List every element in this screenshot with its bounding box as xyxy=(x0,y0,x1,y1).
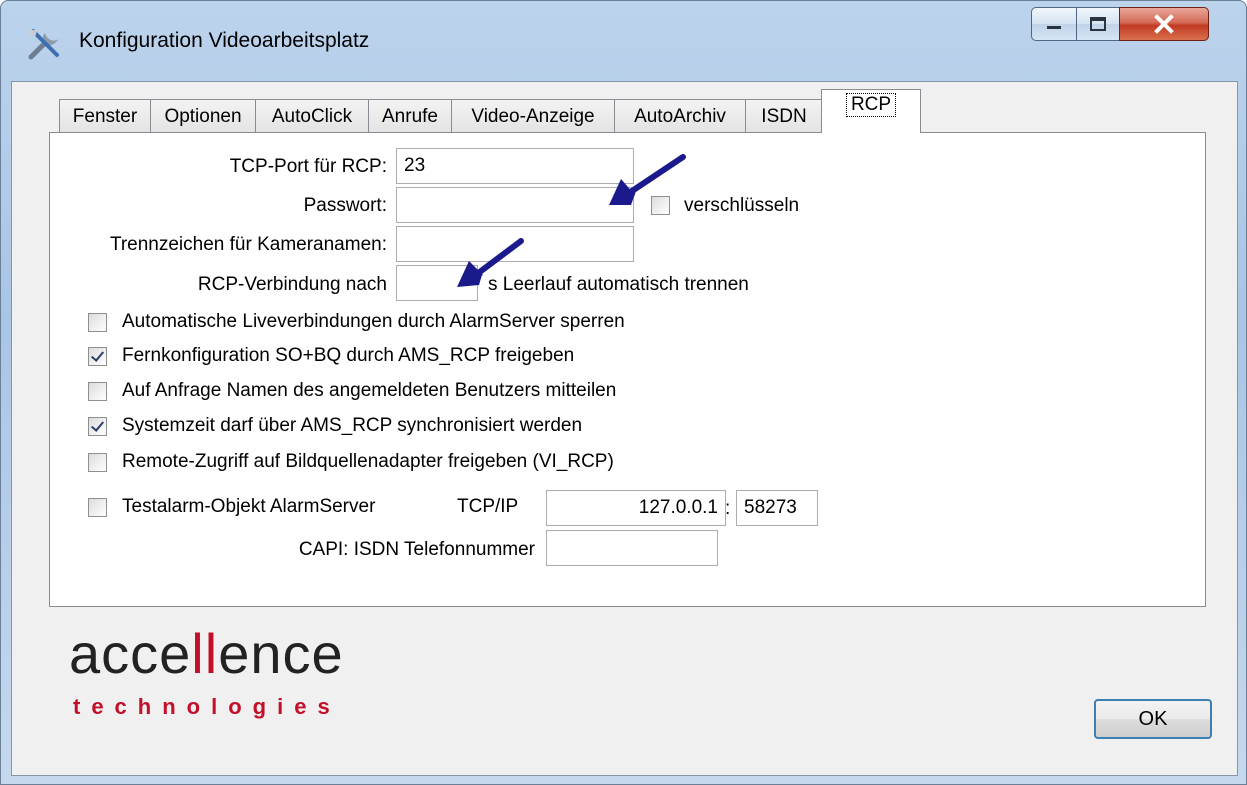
option-checkbox-4[interactable] xyxy=(88,453,107,472)
maximize-icon xyxy=(1090,17,1106,31)
title-bar[interactable]: Konfiguration Videoarbeitsplatz xyxy=(1,1,1246,81)
encrypt-label: verschlüsseln xyxy=(684,195,800,216)
close-icon xyxy=(1154,14,1174,34)
option-checkbox-3[interactable] xyxy=(88,417,107,436)
capi-label: CAPI: ISDN Telefonnummer xyxy=(298,539,535,560)
tab-label: Optionen xyxy=(164,105,242,127)
port-field[interactable]: 58273 xyxy=(736,490,818,526)
option-label: Fernkonfiguration SO+BQ durch AMS_RCP fr… xyxy=(122,345,575,366)
tab-rcp[interactable]: RCP xyxy=(821,89,921,133)
option-checkbox-1[interactable] xyxy=(88,347,107,366)
capi-phone-field[interactable] xyxy=(546,530,718,566)
option-label: Automatische Liveverbindungen durch Alar… xyxy=(122,311,625,332)
tab-label: Anrufe xyxy=(382,105,438,127)
ok-button[interactable]: OK xyxy=(1094,699,1212,739)
company-logo-subtitle: technologies xyxy=(73,694,341,719)
tab-label: AutoClick xyxy=(271,105,353,127)
tools-icon xyxy=(27,27,63,61)
option-checkbox-0[interactable] xyxy=(88,313,107,332)
tcp-port-label: TCP-Port für RCP: xyxy=(229,156,387,177)
minimize-icon xyxy=(1047,26,1061,29)
tab-label: RCP xyxy=(845,93,897,117)
tab-isdn[interactable]: ISDN xyxy=(745,99,823,133)
tab-fenster[interactable]: Fenster xyxy=(59,99,151,133)
company-logo: accellence xyxy=(69,622,344,685)
tab-autoarchiv[interactable]: AutoArchiv xyxy=(614,99,746,133)
testalarm-label: Testalarm-Objekt AlarmServer xyxy=(122,496,376,517)
option-label: Remote-Zugriff auf Bildquellenadapter fr… xyxy=(122,451,614,472)
close-button[interactable] xyxy=(1119,7,1209,41)
minimize-button[interactable] xyxy=(1031,7,1077,41)
tcpip-label: TCP/IP xyxy=(457,496,519,517)
window-title: Konfiguration Videoarbeitsplatz xyxy=(79,29,370,52)
dialog-window: Konfiguration Videoarbeitsplatz Fenster … xyxy=(0,0,1247,785)
annotation-arrow-icon xyxy=(457,238,524,287)
annotation-arrow-icon xyxy=(609,154,686,205)
tab-video-anzeige[interactable]: Video-Anzeige xyxy=(451,99,615,133)
idle-label-prefix: RCP-Verbindung nach xyxy=(197,274,387,295)
tab-label: Video-Anzeige xyxy=(471,105,595,127)
tab-anrufe[interactable]: Anrufe xyxy=(368,99,452,133)
tcp-port-field[interactable]: 23 xyxy=(396,148,634,184)
password-field[interactable] xyxy=(396,187,634,223)
testalarm-checkbox[interactable] xyxy=(88,498,107,517)
tab-label: ISDN xyxy=(761,105,807,127)
option-checkbox-2[interactable] xyxy=(88,382,107,401)
password-label: Passwort: xyxy=(303,195,387,216)
separator-label: Trennzeichen für Kameranamen: xyxy=(109,234,387,255)
tab-autoclick[interactable]: AutoClick xyxy=(255,99,369,133)
tab-label: AutoArchiv xyxy=(634,105,726,127)
maximize-button[interactable] xyxy=(1076,7,1120,41)
tab-optionen[interactable]: Optionen xyxy=(150,99,256,133)
option-label: Systemzeit darf über AMS_RCP synchronisi… xyxy=(122,415,583,436)
port-separator: : xyxy=(725,498,731,519)
option-label: Auf Anfrage Namen des angemeldeten Benut… xyxy=(122,380,617,401)
tab-label: Fenster xyxy=(72,105,138,127)
ip-address-field[interactable]: 127.0.0.1 xyxy=(546,490,726,526)
